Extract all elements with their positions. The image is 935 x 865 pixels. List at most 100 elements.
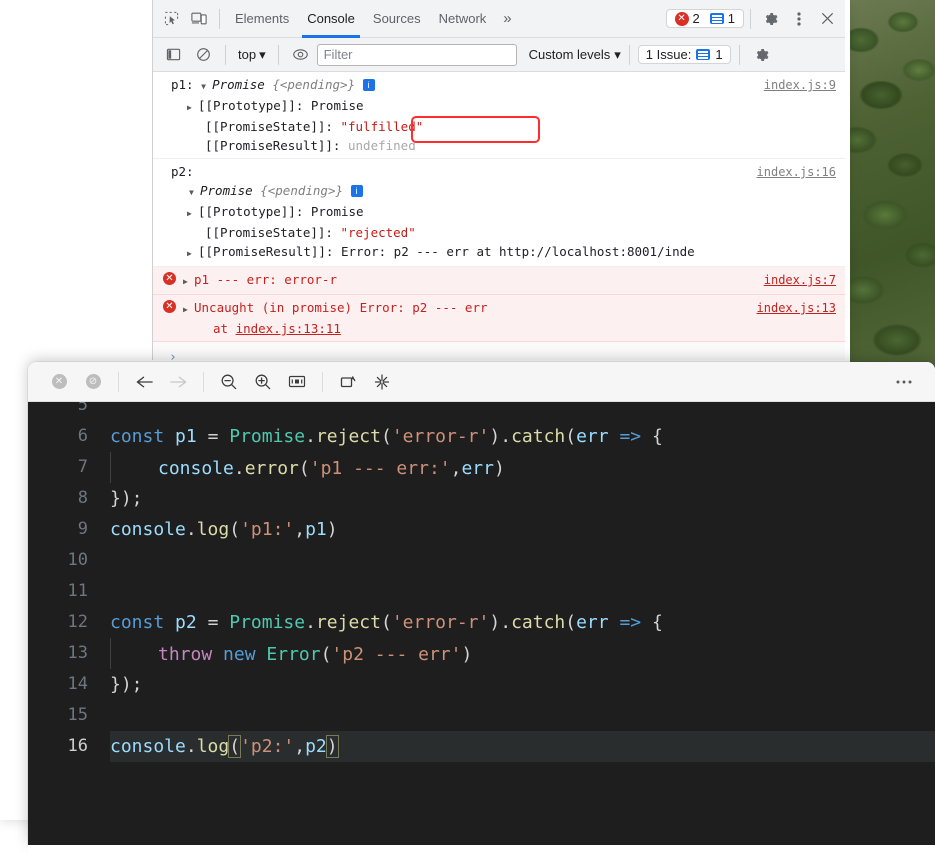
code-empty-area[interactable] (28, 762, 935, 842)
tab-console[interactable]: Console (298, 0, 364, 38)
console-message-p2[interactable]: index.js:16 p2: Promise {<pending>} i [[… (153, 159, 845, 267)
line-number: 10 (67, 550, 88, 570)
tab-network[interactable]: Network (430, 0, 496, 38)
code-line[interactable]: 16 console.log('p2:',p2) (28, 731, 935, 762)
expand-triangle-icon[interactable] (183, 270, 194, 291)
toolbar-divider (203, 371, 204, 392)
console-settings-gear-icon[interactable] (748, 41, 776, 69)
execution-context-selector[interactable]: top ▾ (234, 47, 270, 63)
code-line[interactable]: 6 const p1 = Promise.reject('error-r').ca… (28, 421, 935, 452)
zoom-out-icon[interactable] (212, 367, 246, 397)
message-header[interactable]: Promise {<pending>} i (153, 181, 845, 202)
console-sidebar-icon[interactable] (159, 41, 187, 69)
code-token: }); (110, 488, 143, 509)
object-prop-row[interactable]: [[PromiseResult]]: Error: p2 --- err at … (153, 242, 845, 263)
code-token: catch (511, 426, 566, 447)
expand-triangle-icon[interactable] (189, 181, 200, 202)
code-token: Promise (229, 612, 306, 633)
object-prop-row[interactable]: [[Prototype]]: Promise (153, 202, 845, 223)
error-text-row[interactable]: p1 --- err: error-r (153, 270, 845, 291)
forward-arrow-icon[interactable] (161, 367, 195, 397)
source-link[interactable]: index.js:16 (757, 163, 836, 182)
log-levels-selector[interactable]: Custom levels ▾ (529, 47, 621, 63)
code-line[interactable]: 7 console.error('p1 --- err:',err) (28, 451, 935, 484)
close-circle-icon[interactable]: ✕ (42, 367, 76, 397)
prop-value: undefined (340, 138, 416, 153)
object-prop-row[interactable]: [[PromiseState]]: "fulfilled" (153, 117, 845, 136)
console-error-1[interactable]: ✕ index.js:7 p1 --- err: error-r (153, 267, 845, 295)
code-line-text[interactable]: throw new Error('p2 --- err') (110, 637, 935, 670)
issues-button[interactable]: 1 Issue: 1 (637, 45, 731, 64)
viewer-toolbar: ✕ ⊘ (28, 362, 935, 402)
error-stack-row[interactable]: at index.js:13:11 (153, 319, 845, 338)
code-token: Error (266, 643, 321, 665)
code-line-text[interactable]: }); (110, 669, 935, 700)
clear-console-icon[interactable] (189, 41, 217, 69)
info-icon[interactable]: i (362, 79, 375, 91)
issues-count: 1 (715, 47, 723, 62)
code-line-text[interactable]: console.error('p1 --- err:',err) (110, 451, 935, 484)
info-icon[interactable]: i (350, 185, 363, 197)
tab-elements-label: Elements (235, 11, 290, 26)
source-link[interactable]: index.js:9 (764, 76, 836, 95)
code-line[interactable]: 14}); (28, 669, 935, 700)
message-header[interactable]: p1: Promise {<pending>} i (153, 75, 845, 96)
code-line[interactable]: 15 (28, 700, 935, 731)
back-arrow-icon[interactable] (127, 367, 161, 397)
message-badge[interactable]: 1 (706, 11, 739, 26)
code-line[interactable]: 5 (28, 402, 935, 421)
code-line-text[interactable]: }); (110, 483, 935, 514)
object-prop-row[interactable]: [[PromiseResult]]: undefined (153, 136, 845, 155)
error-badge[interactable]: ✕ 2 (671, 11, 704, 26)
more-options-icon[interactable] (887, 367, 921, 397)
code-token: , (294, 736, 306, 757)
window-bottom-strip (28, 845, 935, 865)
code-line[interactable]: 11 (28, 576, 935, 607)
code-line[interactable]: 9 console.log('p1:',p1) (28, 514, 935, 545)
console-prompt[interactable]: › (153, 342, 845, 360)
close-icon[interactable] (813, 5, 841, 33)
code-line-text[interactable]: const p2 = Promise.reject('error-r').cat… (110, 607, 935, 638)
expand-triangle-icon[interactable] (187, 242, 198, 263)
stack-link[interactable]: index.js:13:11 (236, 321, 341, 336)
code-token: ( (320, 643, 332, 665)
markup-tools-icon[interactable] (365, 367, 399, 397)
more-tabs-icon[interactable]: » (495, 10, 519, 27)
expand-triangle-icon[interactable] (183, 298, 194, 319)
thumbnail-view-icon[interactable] (280, 367, 314, 397)
toolbar-divider (322, 371, 323, 392)
code-line-text[interactable]: const p1 = Promise.reject('error-r').cat… (110, 421, 935, 452)
tab-elements[interactable]: Elements (226, 0, 298, 38)
source-link[interactable]: index.js:7 (764, 271, 836, 290)
no-entry-circle-icon[interactable]: ⊘ (76, 367, 110, 397)
code-line[interactable]: 12 const p2 = Promise.reject('error-r').c… (28, 607, 935, 638)
issue-badges[interactable]: ✕ 2 1 (665, 9, 744, 28)
source-link[interactable]: index.js:13 (757, 299, 836, 318)
code-editor[interactable]: 5 6 const p1 = Promise.reject('error-r').c… (28, 402, 935, 845)
object-prop-row[interactable]: [[Prototype]]: Promise (153, 96, 845, 117)
code-line-text[interactable]: console.log('p2:',p2) (110, 731, 935, 762)
code-line-text[interactable]: console.log('p1:',p1) (110, 514, 935, 545)
zoom-in-icon[interactable] (246, 367, 280, 397)
console-error-2[interactable]: ✕ index.js:13 Uncaught (in promise) Erro… (153, 295, 845, 342)
expand-triangle-icon[interactable] (187, 202, 198, 223)
expand-triangle-icon[interactable] (201, 75, 212, 96)
code-line[interactable]: 13 throw new Error('p2 --- err') (28, 637, 935, 670)
rotate-icon[interactable] (331, 367, 365, 397)
code-line[interactable]: 10 (28, 545, 935, 576)
code-line[interactable]: 8}); (28, 483, 935, 514)
eye-icon[interactable] (287, 41, 315, 69)
object-prop-row[interactable]: [[PromiseState]]: "rejected" (153, 223, 845, 242)
code-token: p1 (175, 426, 197, 447)
tab-sources[interactable]: Sources (364, 0, 430, 38)
inspect-element-icon[interactable] (157, 5, 185, 33)
device-toolbar-icon[interactable] (185, 5, 213, 33)
expand-triangle-icon[interactable] (187, 96, 198, 117)
console-message-p1[interactable]: index.js:9 p1: Promise {<pending>} i [[P… (153, 72, 845, 159)
kebab-menu-icon[interactable] (785, 5, 813, 33)
error-text-row[interactable]: Uncaught (in promise) Error: p2 --- err (153, 298, 845, 319)
gear-icon[interactable] (757, 5, 785, 33)
filter-input[interactable] (316, 43, 517, 66)
